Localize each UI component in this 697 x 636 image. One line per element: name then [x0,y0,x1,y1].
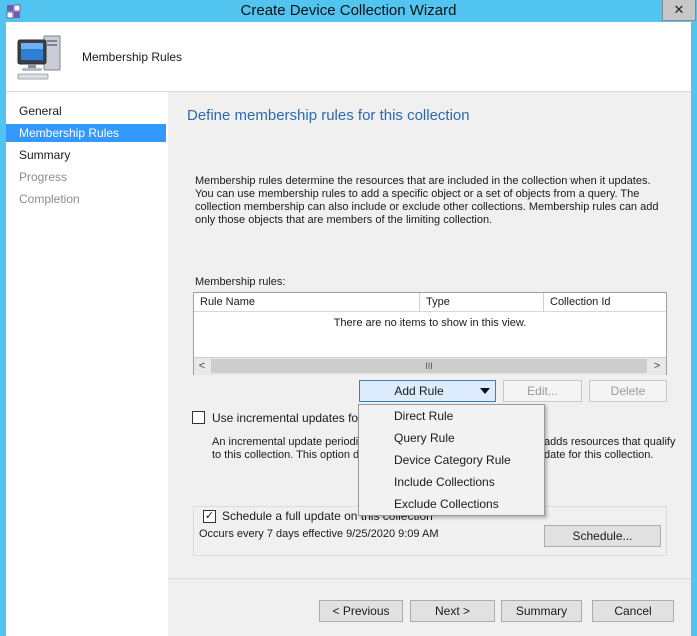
column-header-rule-name[interactable]: Rule Name [194,293,420,312]
menu-item-device-category-rule[interactable]: Device Category Rule [360,449,543,471]
menu-item-query-rule[interactable]: Query Rule [360,427,543,449]
nav-item-progress: Progress [19,170,68,184]
membership-rules-list[interactable]: Rule Name Type Collection Id There are n… [193,292,667,375]
menu-item-include-collections[interactable]: Include Collections [360,471,543,493]
nav-item-completion: Completion [19,192,80,206]
add-rule-label: Add Rule [394,384,444,398]
menu-item-exclude-collections[interactable]: Exclude Collections [360,493,543,515]
incremental-desc-line1-right: adds resources that qualify [544,436,676,448]
column-header-collection-id[interactable]: Collection Id [544,293,666,312]
next-button[interactable]: Next > [410,600,495,622]
header-title: Membership Rules [82,50,183,64]
nav-item-general[interactable]: General [6,102,166,120]
nav-item-summary[interactable]: Summary [6,146,166,164]
incremental-updates-label: Use incremental updates for thi [212,411,379,425]
delete-button: Delete [589,380,667,402]
full-update-checkbox[interactable]: ✓ [203,510,216,523]
incremental-desc-line2: to this collection. This option do [212,449,366,461]
schedule-summary: Occurs every 7 days effective 9/25/2020 … [199,528,439,540]
scroll-right-arrow-icon[interactable]: > [649,358,665,375]
scroll-left-arrow-icon[interactable]: < [194,358,210,375]
schedule-button[interactable]: Schedule... [544,525,661,547]
nav-item-membership-rules[interactable]: Membership Rules [6,124,166,142]
menu-item-direct-rule[interactable]: Direct Rule [360,405,543,427]
page-heading: Define membership rules for this collect… [187,107,470,124]
incremental-updates-checkbox[interactable] [192,411,205,424]
column-header-type[interactable]: Type [420,293,544,312]
dropdown-arrow-icon [480,388,490,394]
incremental-desc-line2-right: date for this collection. [544,449,654,461]
computer-icon [14,30,66,82]
cancel-button[interactable]: Cancel [592,600,674,622]
horizontal-scrollbar[interactable]: < III > [194,357,666,375]
previous-button[interactable]: < Previous [319,600,403,622]
add-rule-button[interactable]: Add Rule [359,380,496,402]
edit-button: Edit... [503,380,582,402]
close-button[interactable]: ✕ [662,0,696,21]
incremental-desc-line1: An incremental update periodic [212,436,364,448]
summary-button[interactable]: Summary [501,600,582,622]
add-rule-menu: Direct Rule Query Rule Device Category R… [358,404,545,516]
scroll-thumb[interactable]: III [211,359,647,373]
window-border-right [691,22,697,636]
description-text: Membership rules determine the resources… [195,175,659,226]
empty-list-message: There are no items to show in this view. [333,317,527,329]
membership-rules-label: Membership rules: [195,276,286,288]
window-title: Create Device Collection Wizard [240,2,457,19]
